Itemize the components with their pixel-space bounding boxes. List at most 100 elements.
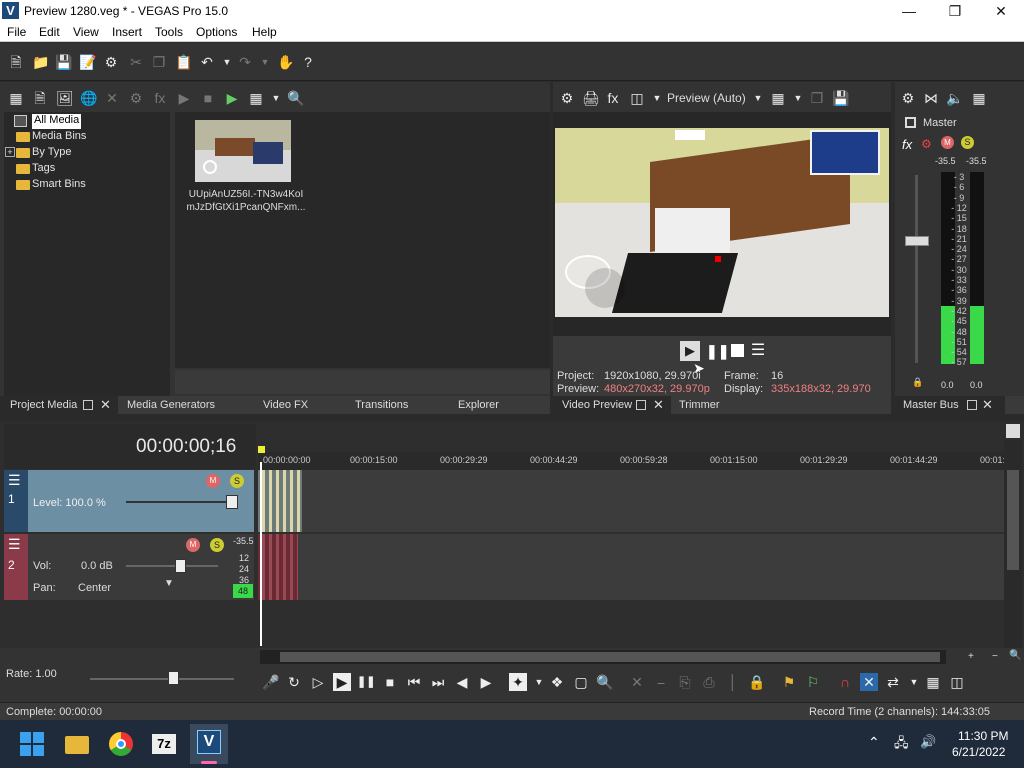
preview-stop-button[interactable] (731, 344, 744, 357)
pan-slider-handle[interactable]: ▼ (164, 578, 174, 589)
close-tab-icon[interactable]: ✕ (100, 397, 111, 413)
properties-gear-icon[interactable]: ⚙ (103, 54, 119, 70)
paste-icon[interactable]: 📋 (175, 54, 192, 70)
close-button[interactable]: ✕ (978, 0, 1024, 22)
track-mute-icon[interactable]: M (186, 538, 200, 552)
go-to-start-icon[interactable]: ⏮ (405, 673, 423, 691)
snapping-icon[interactable]: ∩ (836, 673, 854, 691)
menu-view[interactable]: View (73, 25, 99, 39)
zoom-in-icon[interactable]: + (968, 651, 974, 662)
stop-icon[interactable]: ■ (381, 673, 399, 691)
views-icon[interactable]: ▦ (248, 90, 264, 106)
preview-pause-button[interactable]: ❚❚ (706, 341, 729, 361)
track-menu-icon[interactable]: ☰ (8, 472, 21, 489)
trim-end-icon[interactable]: ⎙ (700, 673, 718, 691)
search-icon[interactable]: 🔍 (287, 90, 304, 106)
tree-by-type[interactable]: + By Type (5, 146, 72, 161)
clip-thumbnail[interactable] (195, 120, 291, 182)
split-dropdown-icon[interactable]: ▼ (649, 90, 665, 106)
cut-icon[interactable]: ✂ (128, 54, 144, 70)
menu-options[interactable]: Options (196, 25, 237, 39)
tab-video-fx[interactable]: Video FX (263, 399, 308, 411)
copy-icon[interactable]: ❐ (151, 54, 167, 70)
tab-media-generators[interactable]: Media Generators (127, 399, 215, 411)
video-event[interactable] (258, 470, 302, 532)
mixer-icon[interactable]: ▦ (971, 90, 987, 106)
play-media-icon[interactable]: ▶ (176, 90, 192, 106)
close-tab-icon[interactable]: ✕ (982, 397, 993, 413)
track-solo-icon[interactable]: S (230, 474, 244, 488)
level-slider-handle[interactable] (226, 495, 238, 509)
master-fx-icon[interactable]: fx (902, 137, 912, 152)
web-media-icon[interactable]: 🌐 (80, 90, 97, 106)
preview-properties-icon[interactable]: ⚙ (559, 90, 575, 106)
track-mute-icon[interactable]: M (206, 474, 220, 488)
marker-flag-icon[interactable] (258, 446, 265, 453)
trim-icon[interactable]: ⎯ (652, 673, 670, 691)
save-snapshot-icon[interactable]: 💾 (832, 90, 849, 106)
master-fader-handle[interactable] (905, 236, 929, 246)
timeline-options-icon[interactable] (1006, 424, 1020, 438)
chrome-icon[interactable] (105, 728, 137, 760)
hand-tool-icon[interactable]: ✋ (277, 54, 294, 70)
remove-icon[interactable]: ✕ (104, 90, 120, 106)
tree-tags[interactable]: Tags (16, 162, 55, 177)
lock-event-icon[interactable]: 🔒 (748, 673, 766, 691)
media-fx-icon[interactable]: ⚙ (128, 90, 144, 106)
selection-tool-icon[interactable]: ▢ (572, 673, 590, 691)
tree-all-media[interactable]: All Media (14, 114, 82, 129)
media-scroll-area[interactable] (175, 370, 550, 394)
stop-media-icon[interactable]: ■ (200, 90, 216, 106)
capture-icon[interactable]: 🗎 (32, 90, 48, 106)
lock-icon[interactable]: 🔒 (912, 377, 923, 388)
tab-video-preview[interactable]: Video Preview (562, 399, 632, 411)
views-dropdown-icon[interactable]: ▼ (268, 90, 284, 106)
record-icon[interactable]: 🎤 (262, 673, 280, 691)
redo-icon[interactable]: ↷ (237, 54, 253, 70)
loop-icon[interactable]: ↻ (285, 673, 303, 691)
render-icon[interactable]: 📝 (79, 54, 96, 70)
auto-preview-icon[interactable]: ▶ (224, 90, 240, 106)
lock-envelopes-icon[interactable]: ▦ (924, 673, 942, 691)
close-tab-icon[interactable]: ✕ (653, 397, 664, 413)
split-icon[interactable]: │ (724, 673, 742, 691)
audio-track-header[interactable]: ☰ 2 M S Vol: 0.0 dB Pan: Center ▼ -35.5 … (4, 534, 254, 600)
previous-frame-icon[interactable]: ◀ (453, 673, 471, 691)
undock-icon[interactable] (636, 400, 646, 410)
undo-icon[interactable]: ↶ (199, 54, 215, 70)
import-media-icon[interactable]: ▦ (8, 90, 24, 106)
save-icon[interactable]: 💾 (55, 54, 72, 70)
next-frame-icon[interactable]: ▶ (477, 673, 495, 691)
minimize-button[interactable]: — (886, 0, 932, 22)
clock-time[interactable]: 11:30 PM (958, 729, 1008, 743)
tab-master-bus[interactable]: Master Bus (903, 399, 959, 411)
go-to-end-icon[interactable]: ⏭ (429, 673, 447, 691)
zoom-edit-tool-icon[interactable]: 🔍 (596, 673, 614, 691)
ignore-grouping-icon[interactable]: ◫ (948, 673, 966, 691)
track-menu-icon[interactable]: ☰ (8, 536, 21, 553)
audio-track-lane[interactable] (258, 534, 1004, 600)
edit-tool-dropdown-icon[interactable]: ▼ (530, 673, 548, 691)
timeline-hscroll[interactable] (260, 650, 946, 664)
insert-marker-icon[interactable]: ⚑ (780, 673, 798, 691)
expand-icon[interactable]: + (5, 147, 15, 157)
envelope-tool-icon[interactable]: ❖ (548, 673, 566, 691)
automation-icon[interactable]: ⚙ (921, 137, 932, 151)
tab-trimmer[interactable]: Trimmer (679, 399, 720, 411)
help-icon[interactable]: ? (300, 54, 316, 70)
play-icon[interactable]: ▶ (333, 673, 351, 691)
menu-insert[interactable]: Insert (112, 25, 142, 39)
menu-tools[interactable]: Tools (155, 25, 183, 39)
split-screen-icon[interactable]: ◫ (629, 90, 645, 106)
auto-crossfade-icon[interactable]: ✕ (860, 673, 878, 691)
quality-dropdown-icon[interactable]: ▼ (750, 90, 766, 106)
delete-icon[interactable]: ✕ (628, 673, 646, 691)
insert-region-icon[interactable]: ⚐ (804, 673, 822, 691)
play-from-start-icon[interactable]: ▷ (309, 673, 327, 691)
tray-chevron-icon[interactable]: ⌃ (868, 734, 880, 751)
tab-explorer[interactable]: Explorer (458, 399, 499, 411)
zoom-tool-icon[interactable]: 🔍 (1009, 650, 1021, 661)
dim-output-icon[interactable]: 🔈 (946, 90, 963, 106)
preview-quality[interactable]: Preview (Auto) (667, 91, 746, 105)
overlays-icon[interactable]: ▦ (770, 90, 786, 106)
